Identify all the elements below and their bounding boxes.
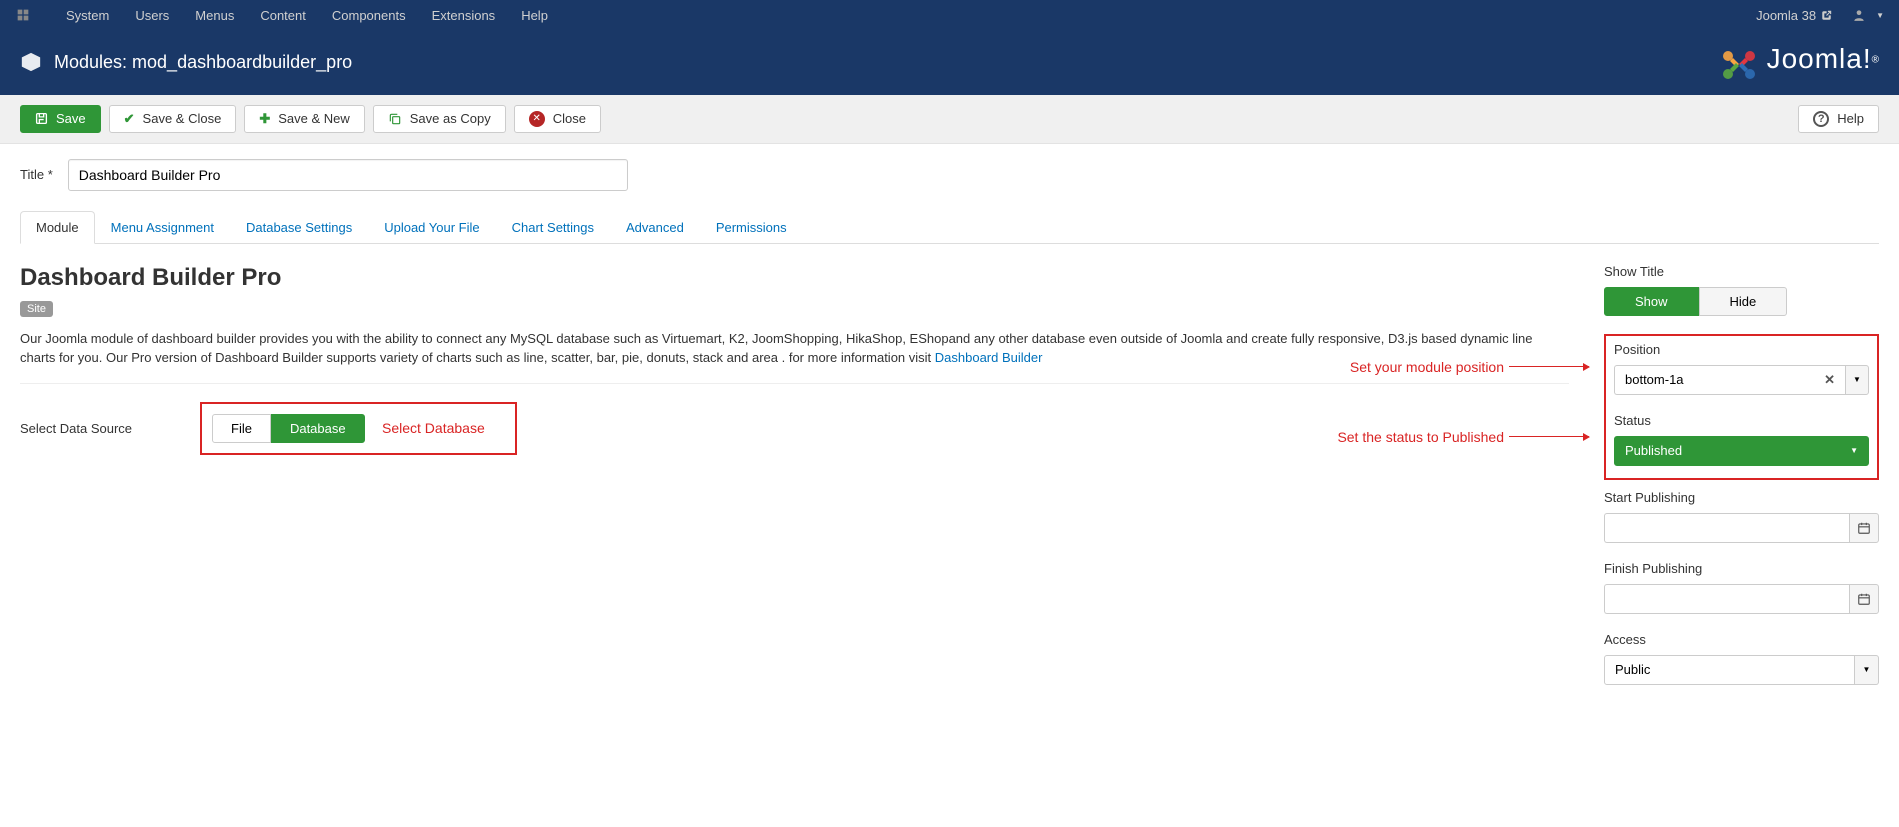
copy-icon [388,112,402,126]
tab-permissions[interactable]: Permissions [700,211,803,244]
caret-down-icon: ▼ [1863,665,1871,674]
tab-module[interactable]: Module [20,211,95,244]
help-icon: ? [1813,111,1829,127]
select-data-source-label: Select Data Source [20,421,200,436]
status-label: Status [1614,413,1869,428]
position-clear-icon[interactable]: ✕ [1824,372,1835,388]
save-button[interactable]: Save [20,105,101,133]
external-link-icon [1821,10,1832,21]
page-title: Modules: mod_dashboardbuilder_pro [54,52,352,73]
save-close-button[interactable]: ✔ Save & Close [109,105,237,133]
caret-down-icon: ▼ [1850,446,1858,455]
cube-icon [20,51,42,73]
status-value: Published [1625,443,1682,458]
title-input[interactable] [68,159,628,191]
start-publishing-calendar-button[interactable] [1849,513,1879,543]
joomla-logo-registered: ® [1872,55,1879,66]
access-value: Public [1615,662,1650,677]
menu-users[interactable]: Users [122,8,182,23]
position-input[interactable]: bottom-1a ✕ [1614,365,1845,395]
module-description: Our Joomla module of dashboard builder p… [20,329,1569,368]
caret-down-icon: ▼ [1853,375,1861,384]
joomla-logo: Joomla!® [1719,43,1879,82]
calendar-icon [1857,592,1871,606]
save-new-button[interactable]: ✚ Save & New [244,105,364,133]
divider [20,383,1569,384]
start-publishing-input[interactable] [1604,513,1849,543]
cancel-icon: ✕ [529,111,545,127]
check-icon: ✔ [124,111,135,127]
apply-icon [35,112,48,125]
tab-advanced[interactable]: Advanced [610,211,700,244]
show-title-show[interactable]: Show [1604,287,1699,316]
plus-icon: ✚ [259,111,270,127]
finish-publishing-calendar-button[interactable] [1849,584,1879,614]
finish-publishing-input[interactable] [1604,584,1849,614]
source-file-button[interactable]: File [212,414,271,443]
menu-system[interactable]: System [53,8,122,23]
menu-menus[interactable]: Menus [182,8,247,23]
content-area: Title * Module Menu Assignment Database … [0,144,1899,718]
joomla-small-icon[interactable] [15,7,31,23]
position-label: Position [1614,342,1869,357]
help-button[interactable]: ? Help [1798,105,1879,133]
menu-content[interactable]: Content [247,8,319,23]
menu-extensions[interactable]: Extensions [419,8,509,23]
site-name-label: Joomla 38 [1756,8,1816,23]
tabs-nav: Module Menu Assignment Database Settings… [20,211,1879,244]
tab-menu-assignment[interactable]: Menu Assignment [95,211,230,244]
data-source-highlight-box: File Database Select Database [200,402,517,455]
finish-publishing-label: Finish Publishing [1604,561,1879,576]
calendar-icon [1857,521,1871,535]
tab-upload-file[interactable]: Upload Your File [368,211,495,244]
position-status-highlight-box: Position bottom-1a ✕ ▼ Status [1604,334,1879,480]
position-dropdown-toggle[interactable]: ▼ [1845,365,1869,395]
select-database-annotation: Select Database [382,420,485,436]
close-button[interactable]: ✕ Close [514,105,601,133]
position-value: bottom-1a [1625,372,1684,387]
status-annotation: Set the status to Published [1337,429,1589,445]
joomla-logo-text: Joomla! [1767,43,1872,74]
status-select[interactable]: Published ▼ [1614,436,1869,466]
admin-topbar: System Users Menus Content Components Ex… [0,0,1899,30]
start-publishing-label: Start Publishing [1604,490,1879,505]
access-select[interactable]: Public [1604,655,1855,685]
title-label: Title * [20,167,53,182]
tab-chart-settings[interactable]: Chart Settings [496,211,610,244]
module-heading: Dashboard Builder Pro [20,264,1569,292]
access-dropdown-toggle[interactable]: ▼ [1855,655,1879,685]
user-icon[interactable] [1852,8,1866,22]
source-database-button[interactable]: Database [271,414,365,443]
tab-database-settings[interactable]: Database Settings [230,211,368,244]
user-dropdown-caret[interactable]: ▼ [1876,11,1884,20]
site-badge: Site [20,301,53,317]
access-label: Access [1604,632,1879,647]
menu-components[interactable]: Components [319,8,419,23]
site-link[interactable]: Joomla 38 [1756,8,1832,23]
menu-help[interactable]: Help [508,8,561,23]
action-toolbar: Save ✔ Save & Close ✚ Save & New Save as… [0,95,1899,144]
position-annotation: Set your module position [1350,359,1589,375]
show-title-hide[interactable]: Hide [1699,287,1788,316]
page-header: Modules: mod_dashboardbuilder_pro Joomla… [0,30,1899,95]
dashboard-builder-link[interactable]: Dashboard Builder [935,350,1043,365]
save-copy-button[interactable]: Save as Copy [373,105,506,133]
joomla-logo-icon [1719,48,1759,82]
show-title-label: Show Title [1604,264,1879,279]
